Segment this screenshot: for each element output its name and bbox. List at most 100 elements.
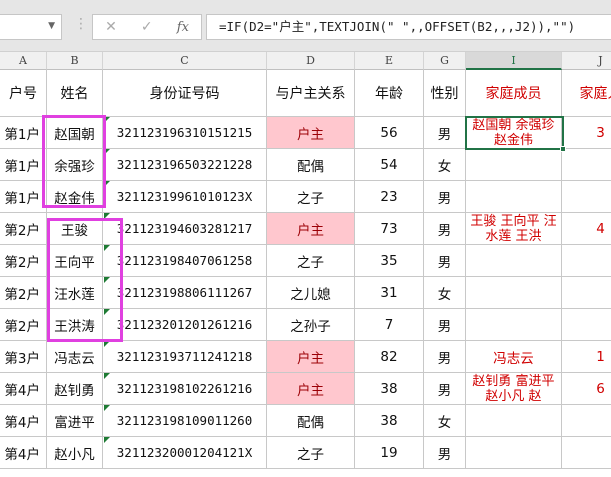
cell-a[interactable]: 第2户 — [0, 277, 47, 309]
cell-c[interactable]: 321123194603281217 — [103, 213, 267, 245]
cell-j[interactable]: 3 — [562, 117, 611, 149]
cell-e[interactable]: 38 — [355, 373, 424, 405]
cell-c[interactable]: 321123198109011260 — [103, 405, 267, 437]
cell-d[interactable]: 配偶 — [267, 405, 355, 437]
cell-c[interactable]: 321123201201261216 — [103, 309, 267, 341]
column-header-g[interactable]: G — [424, 52, 466, 70]
column-header-c[interactable]: C — [103, 52, 267, 70]
cell-i[interactable]: 冯志云 — [466, 341, 562, 373]
insert-function-icon[interactable]: fx — [177, 20, 189, 35]
cell-c[interactable]: 321123196310151215 — [103, 117, 267, 149]
column-header-e[interactable]: E — [355, 52, 424, 70]
cell-j[interactable] — [562, 149, 611, 181]
cell-j[interactable] — [562, 437, 611, 469]
cell-d[interactable]: 之子 — [267, 437, 355, 469]
cell-j[interactable] — [562, 181, 611, 213]
cell-a[interactable]: 第3户 — [0, 341, 47, 373]
cell-a[interactable]: 第2户 — [0, 213, 47, 245]
cell-i[interactable] — [466, 309, 562, 341]
header-cell-c[interactable]: 身份证号码 — [103, 70, 267, 117]
cell-j[interactable] — [562, 309, 611, 341]
header-cell-j[interactable]: 家庭人 — [562, 70, 611, 117]
active-cell-selection[interactable] — [465, 116, 566, 152]
header-cell-i[interactable]: 家庭成员 — [466, 70, 562, 117]
cell-e[interactable]: 7 — [355, 309, 424, 341]
cell-d[interactable]: 户主 — [267, 373, 355, 405]
cell-c[interactable]: 321123193711241218 — [103, 341, 267, 373]
cell-e[interactable]: 19 — [355, 437, 424, 469]
header-cell-d[interactable]: 与户主关系 — [267, 70, 355, 117]
cell-g[interactable]: 男 — [424, 373, 466, 405]
cell-d[interactable]: 之子 — [267, 181, 355, 213]
cell-c[interactable]: 321123198407061258 — [103, 245, 267, 277]
column-header-i[interactable]: I — [466, 52, 562, 70]
header-cell-g[interactable]: 性别 — [424, 70, 466, 117]
cell-i[interactable] — [466, 437, 562, 469]
cell-e[interactable]: 56 — [355, 117, 424, 149]
cell-c[interactable]: 32112320001204121X — [103, 437, 267, 469]
cell-c[interactable]: 321123196503221228 — [103, 149, 267, 181]
cell-e[interactable]: 31 — [355, 277, 424, 309]
cell-j[interactable] — [562, 405, 611, 437]
cell-a[interactable]: 第2户 — [0, 245, 47, 277]
cell-j[interactable]: 4 — [562, 213, 611, 245]
cell-i[interactable] — [466, 277, 562, 309]
column-header-b[interactable]: B — [47, 52, 103, 70]
cell-g[interactable]: 女 — [424, 277, 466, 309]
header-cell-e[interactable]: 年龄 — [355, 70, 424, 117]
cell-c[interactable]: 32112319961010123X — [103, 181, 267, 213]
cell-b[interactable]: 富进平 — [47, 405, 103, 437]
cell-e[interactable]: 82 — [355, 341, 424, 373]
drag-handle-icon[interactable]: ⋮ — [74, 16, 88, 32]
cell-i[interactable]: 王骏 王向平 汪水莲 王洪 — [466, 213, 562, 245]
cell-d[interactable]: 之儿媳 — [267, 277, 355, 309]
cell-d[interactable]: 之孙子 — [267, 309, 355, 341]
cell-a[interactable]: 第4户 — [0, 373, 47, 405]
cell-g[interactable]: 女 — [424, 149, 466, 181]
cell-b[interactable]: 赵小凡 — [47, 437, 103, 469]
cell-a[interactable]: 第1户 — [0, 149, 47, 181]
chevron-down-icon[interactable]: ▼ — [48, 21, 55, 31]
cell-a[interactable]: 第1户 — [0, 181, 47, 213]
cell-g[interactable]: 男 — [424, 117, 466, 149]
cell-e[interactable]: 35 — [355, 245, 424, 277]
fill-handle[interactable] — [560, 146, 566, 152]
column-header-d[interactable]: D — [267, 52, 355, 70]
cell-g[interactable]: 男 — [424, 341, 466, 373]
cell-e[interactable]: 54 — [355, 149, 424, 181]
column-header-j[interactable]: J — [562, 52, 611, 70]
cell-d[interactable]: 配偶 — [267, 149, 355, 181]
cell-b[interactable]: 赵钊勇 — [47, 373, 103, 405]
cell-d[interactable]: 之子 — [267, 245, 355, 277]
cell-e[interactable]: 38 — [355, 405, 424, 437]
cell-d[interactable]: 户主 — [267, 341, 355, 373]
column-header-a[interactable]: A — [0, 52, 47, 70]
cell-j[interactable] — [562, 245, 611, 277]
cancel-icon[interactable]: ✕ — [105, 19, 117, 35]
cell-e[interactable]: 23 — [355, 181, 424, 213]
cell-g[interactable]: 男 — [424, 181, 466, 213]
cell-b[interactable]: 冯志云 — [47, 341, 103, 373]
cell-g[interactable]: 男 — [424, 213, 466, 245]
cell-i[interactable]: 赵钊勇 富进平 赵小凡 赵 — [466, 373, 562, 405]
cell-d[interactable]: 户主 — [267, 213, 355, 245]
cell-j[interactable]: 6 — [562, 373, 611, 405]
cell-a[interactable]: 第4户 — [0, 437, 47, 469]
cell-a[interactable]: 第4户 — [0, 405, 47, 437]
cell-e[interactable]: 73 — [355, 213, 424, 245]
cell-g[interactable]: 男 — [424, 245, 466, 277]
cell-a[interactable]: 第2户 — [0, 309, 47, 341]
cell-j[interactable]: 1 — [562, 341, 611, 373]
cell-c[interactable]: 321123198102261216 — [103, 373, 267, 405]
header-cell-b[interactable]: 姓名 — [47, 70, 103, 117]
cell-i[interactable] — [466, 245, 562, 277]
cell-g[interactable]: 男 — [424, 437, 466, 469]
cell-g[interactable]: 女 — [424, 405, 466, 437]
header-cell-a[interactable]: 户号 — [0, 70, 47, 117]
cell-i[interactable] — [466, 181, 562, 213]
cell-g[interactable]: 男 — [424, 309, 466, 341]
cell-c[interactable]: 321123198806111267 — [103, 277, 267, 309]
cell-a[interactable]: 第1户 — [0, 117, 47, 149]
formula-input[interactable]: =IF(D2="户主",TEXTJOIN(" ",,OFFSET(B2,,,J2… — [206, 14, 611, 40]
cell-d[interactable]: 户主 — [267, 117, 355, 149]
